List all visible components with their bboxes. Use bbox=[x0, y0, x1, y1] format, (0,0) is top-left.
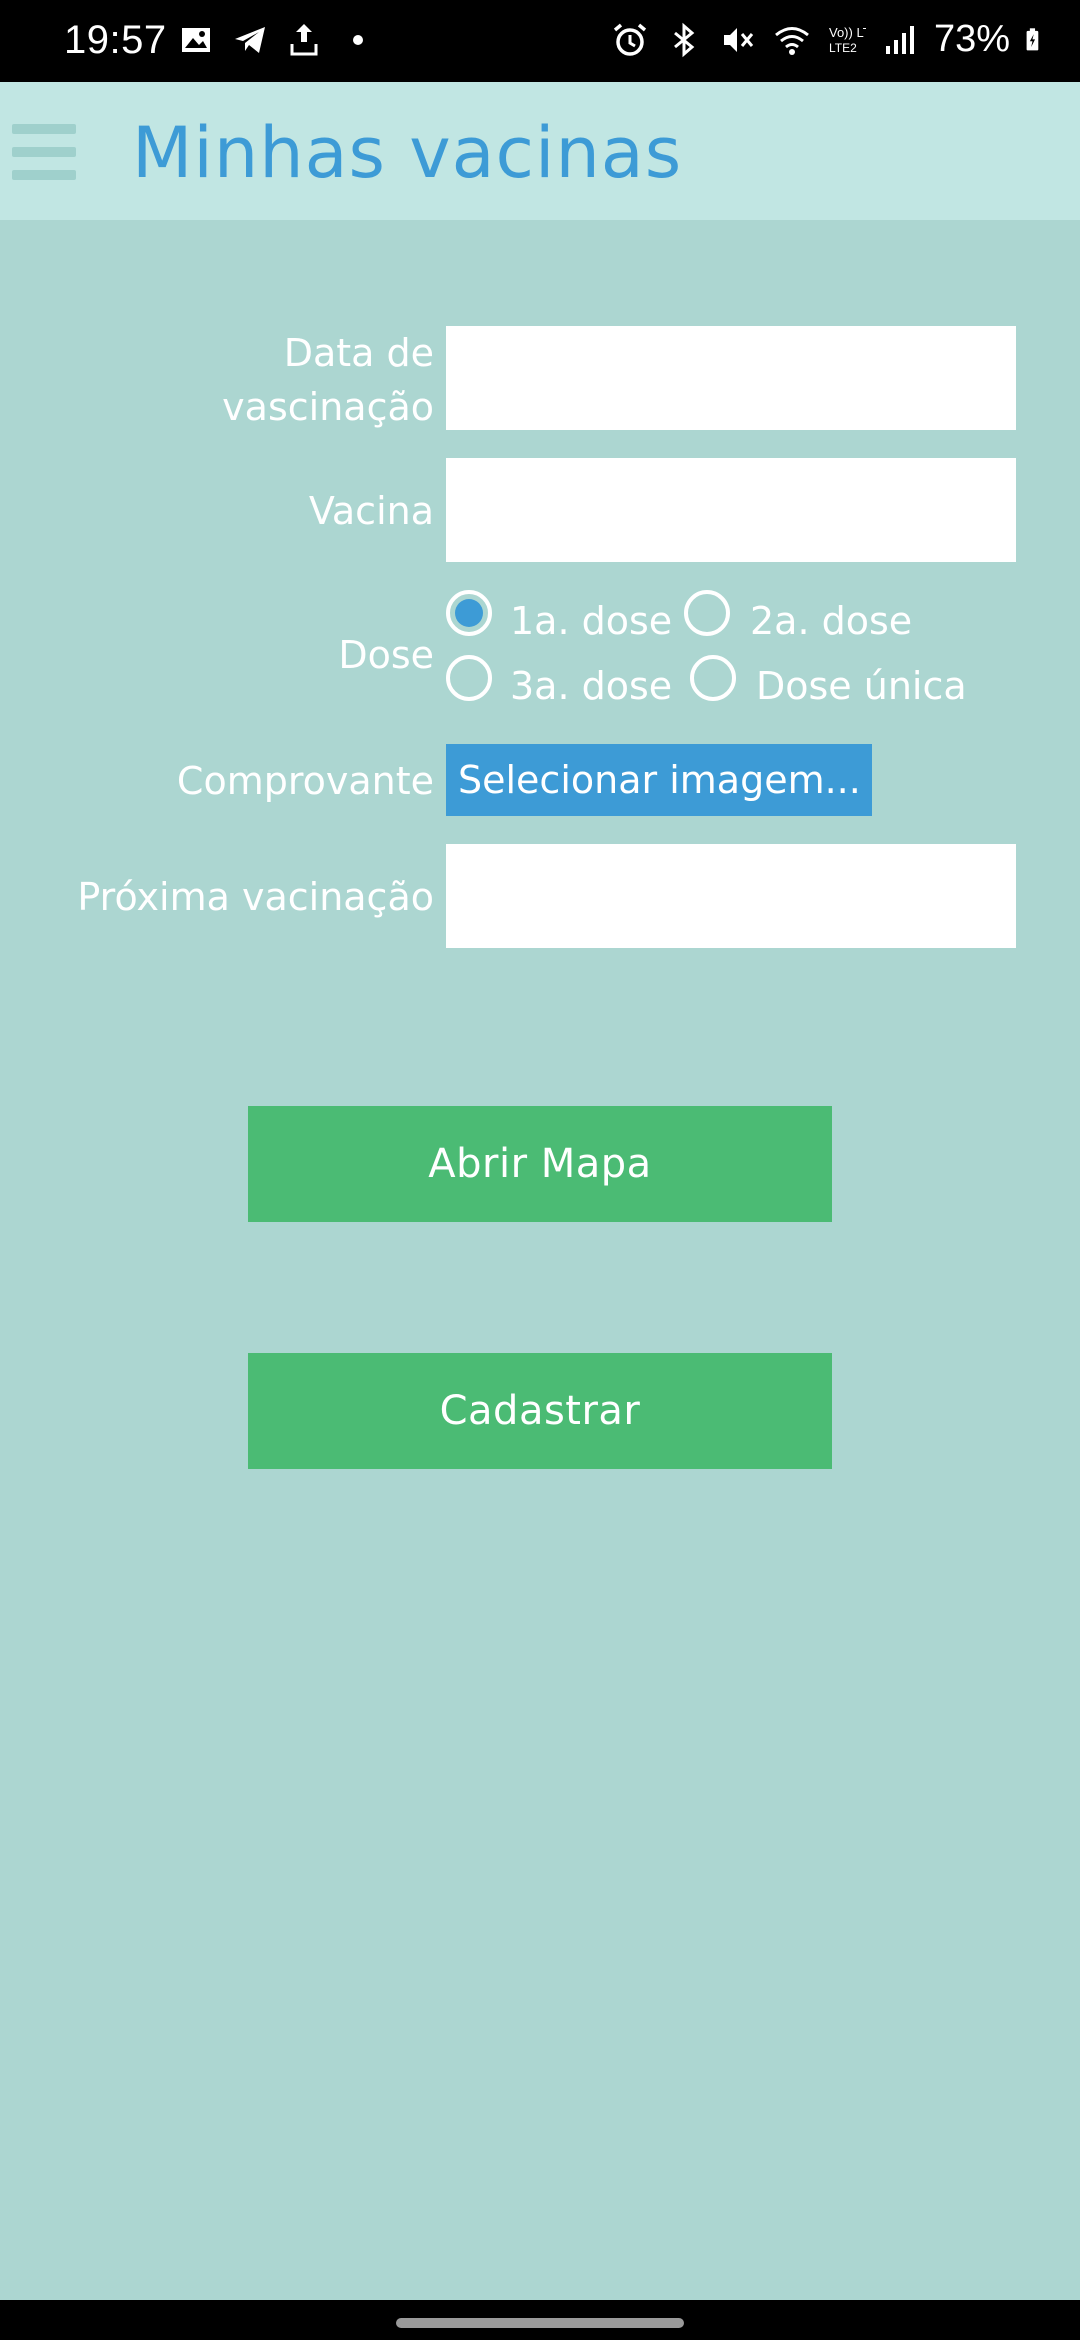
upload-icon bbox=[290, 24, 318, 56]
volte-icon: Vo)) LTE2 LTE2 bbox=[829, 25, 866, 55]
dose-label: Dose bbox=[338, 633, 434, 677]
wifi-icon bbox=[774, 26, 809, 55]
radio-dose-2-label: 2a. dose bbox=[750, 599, 913, 643]
telegram-icon bbox=[235, 27, 265, 53]
radio-dose-single-label: Dose única bbox=[756, 664, 967, 708]
app-header: Minhas vacinas bbox=[0, 82, 1080, 220]
radio-dose-1-label: 1a. dose bbox=[510, 599, 673, 643]
register-button[interactable]: Cadastrar bbox=[248, 1353, 832, 1469]
svg-text:Vo)) LTE2: Vo)) LTE2 bbox=[829, 25, 866, 40]
next-vaccination-input[interactable] bbox=[446, 844, 1016, 948]
status-right-icons: Vo)) LTE2 LTE2 73% bbox=[610, 18, 1050, 61]
radio-dose-3-label: 3a. dose bbox=[510, 664, 673, 708]
bluetooth-icon bbox=[673, 22, 695, 57]
dot-icon bbox=[353, 35, 363, 45]
radio-dose-single[interactable] bbox=[690, 655, 736, 701]
radio-dose-2[interactable] bbox=[684, 590, 730, 636]
page-title: Minhas vacinas bbox=[132, 112, 683, 194]
date-label: Data de vascinação bbox=[150, 326, 434, 434]
status-bar: 19:57 Vo)) L LTE2 73% bbox=[0, 0, 1080, 82]
status-left-icons bbox=[176, 20, 378, 60]
radio-dose-1[interactable] bbox=[446, 590, 492, 636]
navigation-bar bbox=[0, 2300, 1080, 2340]
hamburger-menu-icon[interactable] bbox=[12, 124, 76, 180]
radio-dose-3[interactable] bbox=[446, 655, 492, 701]
select-image-button[interactable]: Selecionar imagem... bbox=[446, 744, 872, 816]
svg-text:LTE2: LTE2 bbox=[829, 41, 857, 55]
date-label-line1: Data de bbox=[283, 331, 434, 375]
next-vaccination-label: Próxima vacinação bbox=[77, 875, 434, 919]
vaccine-input[interactable] bbox=[446, 458, 1016, 562]
status-time: 19:57 bbox=[64, 18, 167, 62]
battery-percent: 73% bbox=[933, 18, 1010, 60]
battery-icon bbox=[1026, 27, 1039, 50]
date-input[interactable] bbox=[446, 326, 1016, 430]
image-icon bbox=[182, 28, 210, 52]
proof-label: Comprovante bbox=[176, 759, 434, 803]
date-label-line2: vascinação bbox=[222, 385, 434, 429]
alarm-icon bbox=[613, 23, 647, 56]
signal-icon bbox=[885, 25, 914, 54]
open-map-button[interactable]: Abrir Mapa bbox=[248, 1106, 832, 1222]
home-gesture-handle[interactable] bbox=[396, 2318, 684, 2328]
mute-icon bbox=[723, 27, 754, 52]
vaccine-label: Vacina bbox=[308, 489, 434, 533]
